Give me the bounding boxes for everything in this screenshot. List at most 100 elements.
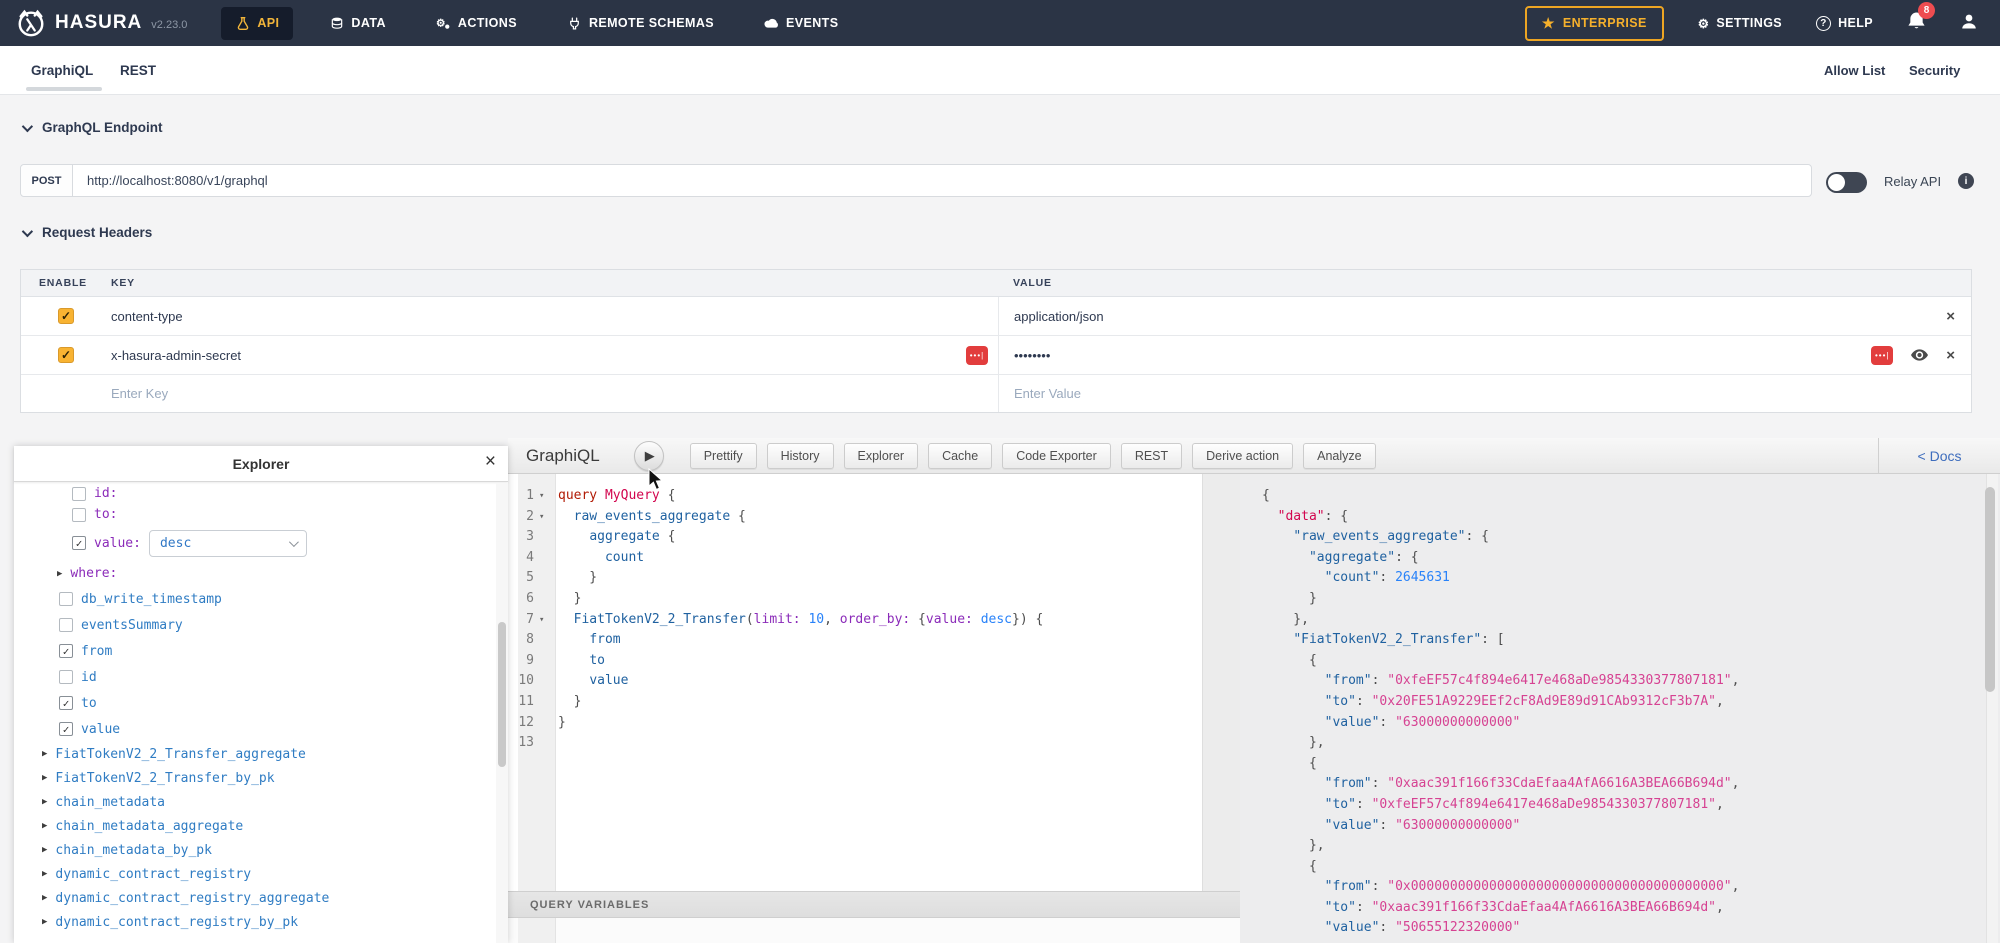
fold-arrow-icon[interactable]: ▾ <box>538 507 552 528</box>
help-button[interactable]: ? HELP <box>1816 16 1873 31</box>
explorer-checkbox[interactable] <box>59 670 73 684</box>
explorer-checkbox[interactable]: ✓ <box>59 644 73 658</box>
analyze-button[interactable]: Analyze <box>1303 443 1375 469</box>
expand-arrow-icon[interactable]: ▶ <box>42 869 47 879</box>
user-menu-button[interactable] <box>1960 12 1978 35</box>
docs-button[interactable]: < Docs <box>1918 448 1962 464</box>
header-value-cell[interactable]: •••••••••••|× <box>998 336 1971 374</box>
header-row: ✓ content-typeapplication/json× <box>21 297 1971 336</box>
expand-arrow-icon[interactable]: ▶ <box>57 569 62 579</box>
explorer-item-chain_metadata_aggregate[interactable]: ▶chain_metadata_aggregate <box>42 814 496 838</box>
header-enabled-checkbox[interactable]: ✓ <box>58 347 74 363</box>
explorer-checkbox[interactable]: ✓ <box>59 696 73 710</box>
sort-direction-dropdown[interactable]: desc <box>149 530 307 557</box>
relay-api-toggle[interactable] <box>1826 172 1867 193</box>
explorer-button[interactable]: Explorer <box>844 443 919 469</box>
prettify-button[interactable]: Prettify <box>690 443 757 469</box>
remove-header-button[interactable]: × <box>1946 347 1955 364</box>
variables-editor[interactable] <box>508 918 1240 943</box>
nav-item-remote-schemas[interactable]: REMOTE SCHEMAS <box>553 7 728 40</box>
endpoint-url-input[interactable] <box>73 165 1811 196</box>
new-header-value-input[interactable] <box>1014 386 1579 401</box>
expand-arrow-icon[interactable]: ▶ <box>42 773 47 783</box>
rest-button[interactable]: REST <box>1121 443 1182 469</box>
header-key-cell[interactable]: content-type <box>111 309 998 324</box>
explorer-checkbox[interactable] <box>59 618 73 632</box>
explorer-item-eventsSummary[interactable]: eventsSummary <box>59 612 496 638</box>
expand-arrow-icon[interactable]: ▶ <box>42 797 47 807</box>
request-headers-section-header[interactable]: Request Headers <box>22 225 152 240</box>
explorer-checkbox[interactable] <box>59 592 73 606</box>
new-header-key-input[interactable] <box>111 386 637 401</box>
explorer-item-id[interactable]: id <box>59 664 496 690</box>
allow-list-link[interactable]: Allow List <box>1824 46 1885 94</box>
query-editor[interactable]: 1▾query MyQuery {2▾ raw_events_aggregate… <box>508 474 1202 891</box>
info-icon[interactable]: i <box>1958 173 1974 189</box>
headers-table-head: ENABLE KEY VALUE <box>21 270 1971 297</box>
response-scrollbar-thumb[interactable] <box>1985 487 1995 692</box>
explorer-item-from[interactable]: ✓from <box>59 638 496 664</box>
graphql-endpoint-section-header[interactable]: GraphQL Endpoint <box>22 120 163 135</box>
expand-arrow-icon[interactable]: ▶ <box>42 917 47 927</box>
explorer-item-value[interactable]: ✓value:desc <box>72 525 496 561</box>
chevron-down-icon <box>22 120 33 131</box>
explorer-item-chain_metadata[interactable]: ▶chain_metadata <box>42 790 496 814</box>
expand-arrow-icon[interactable]: ▶ <box>42 893 47 903</box>
close-icon[interactable]: × <box>485 451 496 473</box>
expand-arrow-icon[interactable]: ▶ <box>42 845 47 855</box>
explorer-item-id[interactable]: id: <box>72 483 496 504</box>
reveal-value-button[interactable] <box>1911 349 1928 361</box>
explorer-checkbox[interactable] <box>72 487 86 501</box>
explorer-checkbox[interactable]: ✓ <box>59 722 73 736</box>
header-value-cell[interactable]: application/json× <box>998 297 1971 335</box>
line-number: 10 <box>508 671 538 692</box>
derive-action-button[interactable]: Derive action <box>1192 443 1293 469</box>
tab-rest[interactable]: REST <box>120 46 156 94</box>
navbar-right: ★ ENTERPRISE ⚙ SETTINGS ? HELP 8 <box>1525 6 1978 41</box>
fold-gutter <box>538 527 552 548</box>
response-line: "data": { <box>1262 507 1739 528</box>
execute-query-button[interactable]: ▶ <box>634 441 664 471</box>
explorer-item-chain_metadata_by_pk[interactable]: ▶chain_metadata_by_pk <box>42 838 496 862</box>
security-link[interactable]: Security <box>1909 46 1960 94</box>
explorer-item-to[interactable]: ✓to <box>59 690 496 716</box>
explorer-scrollbar-thumb[interactable] <box>498 622 506 767</box>
explorer-item-dynamic_contract_registry_by_pk[interactable]: ▶dynamic_contract_registry_by_pk <box>42 910 496 934</box>
history-button[interactable]: History <box>767 443 834 469</box>
fold-arrow-icon[interactable]: ▾ <box>538 610 552 631</box>
header-key-cell[interactable]: x-hasura-admin-secret •••| <box>111 346 998 365</box>
nav-item-data[interactable]: DATA <box>315 7 399 40</box>
response-scrollbar-track[interactable] <box>1986 474 1998 943</box>
fold-arrow-icon[interactable]: ▾ <box>538 486 552 507</box>
nav-item-events[interactable]: EVENTS <box>750 7 852 40</box>
explorer-item-dynamic_contract_registry[interactable]: ▶dynamic_contract_registry <box>42 862 496 886</box>
code-exporter-button[interactable]: Code Exporter <box>1002 443 1111 469</box>
explorer-item-where[interactable]: ▶where: <box>57 561 496 586</box>
editor-scroll-gutter[interactable] <box>1202 474 1240 943</box>
expand-arrow-icon[interactable]: ▶ <box>42 821 47 831</box>
explorer-scrollbar-track[interactable] <box>496 483 508 943</box>
password-manager-icon[interactable]: •••| <box>1871 346 1893 365</box>
editor-code-text: } <box>552 568 597 589</box>
explorer-item-dynamic_contract_registry_aggregate[interactable]: ▶dynamic_contract_registry_aggregate <box>42 886 496 910</box>
notifications-button[interactable]: 8 <box>1907 11 1926 36</box>
settings-button[interactable]: ⚙ SETTINGS <box>1698 16 1782 31</box>
expand-arrow-icon[interactable]: ▶ <box>42 749 47 759</box>
header-enabled-checkbox[interactable]: ✓ <box>58 308 74 324</box>
query-variables-bar[interactable]: QUERY VARIABLES <box>508 891 1240 918</box>
explorer-item-FiatTokenV2_2_Transfer_aggregate[interactable]: ▶FiatTokenV2_2_Transfer_aggregate <box>42 742 496 766</box>
enterprise-button[interactable]: ★ ENTERPRISE <box>1525 6 1664 41</box>
password-manager-icon[interactable]: •••| <box>966 346 988 365</box>
cache-button[interactable]: Cache <box>928 443 992 469</box>
hasura-brand[interactable]: HASURA v2.23.0 <box>16 8 187 38</box>
explorer-item-FiatTokenV2_2_Transfer_by_pk[interactable]: ▶FiatTokenV2_2_Transfer_by_pk <box>42 766 496 790</box>
explorer-item-value[interactable]: ✓value <box>59 716 496 742</box>
explorer-checkbox[interactable]: ✓ <box>72 536 86 550</box>
nav-item-api[interactable]: API <box>221 7 293 40</box>
header-key-text: x-hasura-admin-secret <box>111 348 241 363</box>
explorer-item-db_write_timestamp[interactable]: db_write_timestamp <box>59 586 496 612</box>
explorer-item-to[interactable]: to: <box>72 504 496 525</box>
nav-item-actions[interactable]: ⚙ACTIONS <box>422 7 531 40</box>
remove-header-button[interactable]: × <box>1946 308 1955 325</box>
explorer-checkbox[interactable] <box>72 508 86 522</box>
